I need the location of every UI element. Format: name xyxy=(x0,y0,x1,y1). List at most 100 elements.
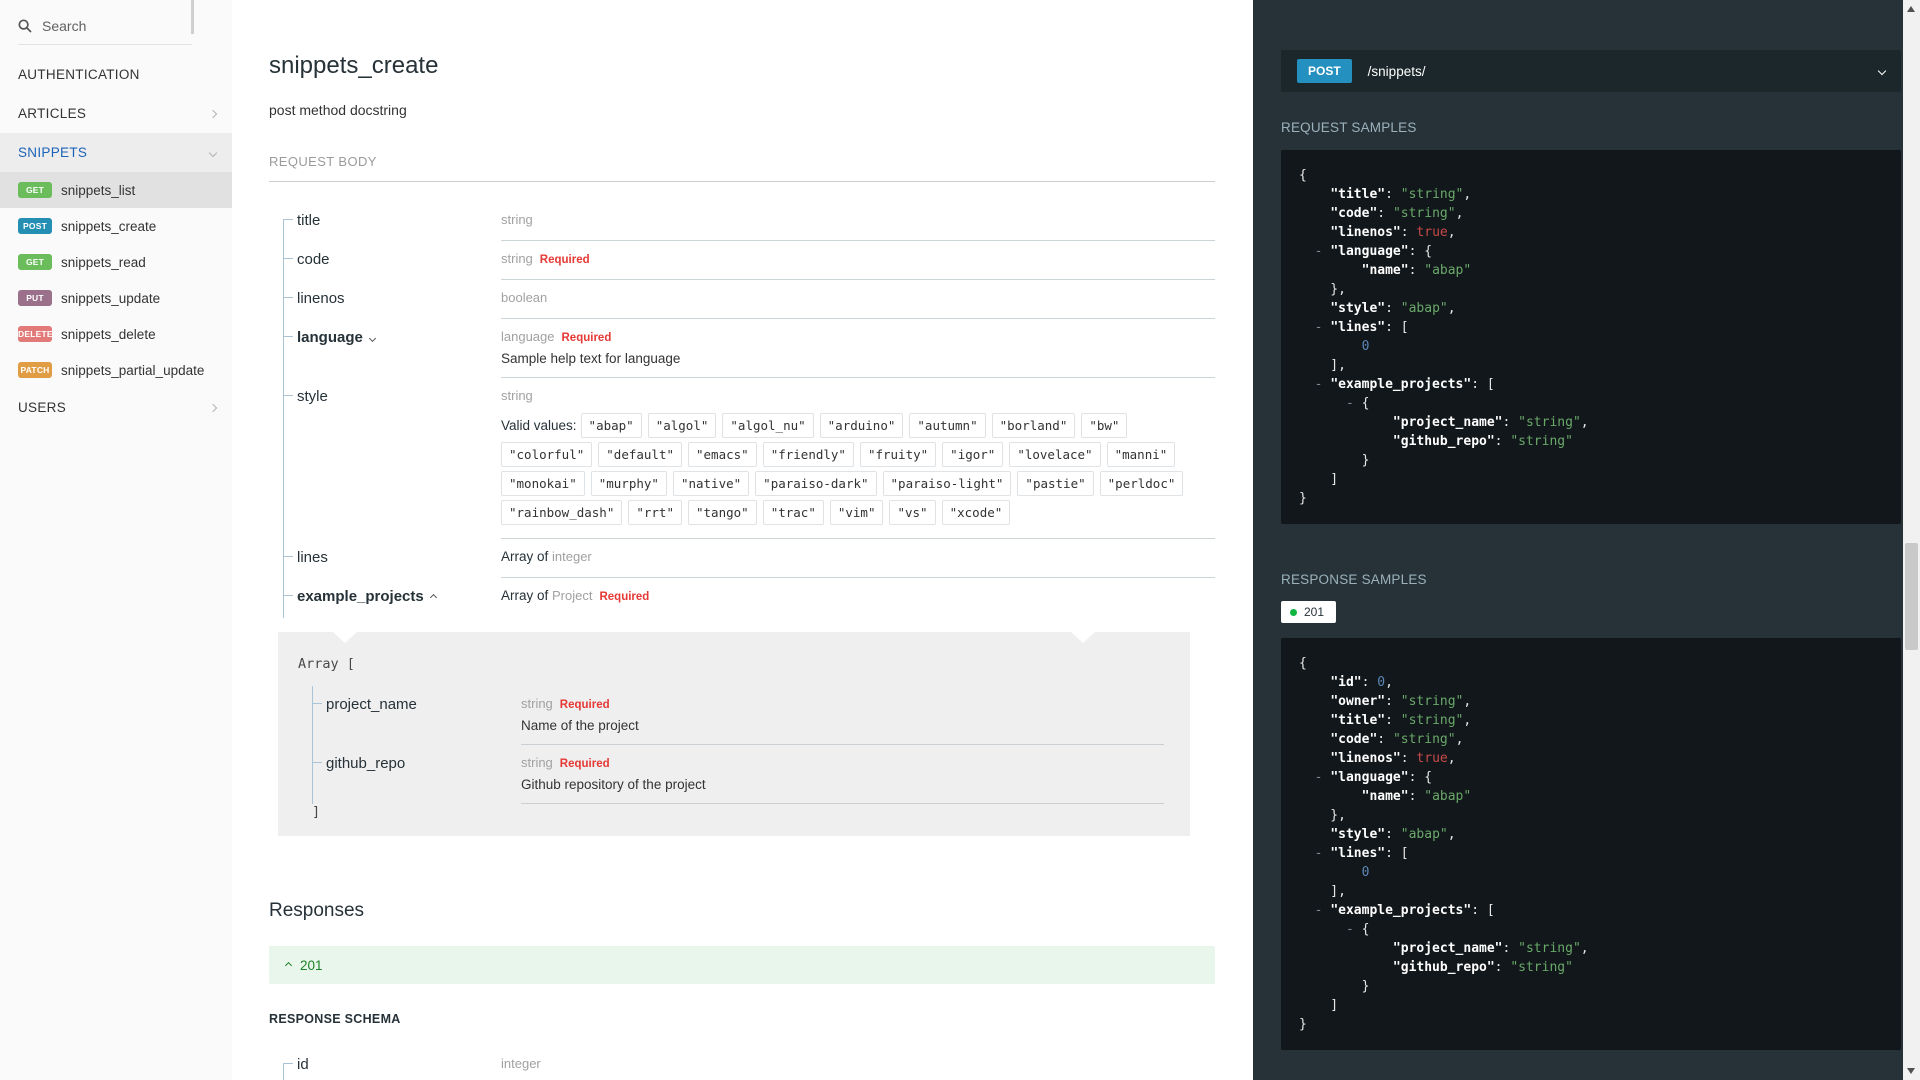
panel-notch-right xyxy=(1071,632,1095,643)
sidebar-item-snippets_delete[interactable]: DELETE snippets_delete xyxy=(0,316,232,352)
field-type: string Required Name of the project xyxy=(521,695,1164,745)
http-method-badge: POST xyxy=(1297,59,1352,83)
enum-chip: "paraiso-dark" xyxy=(755,471,877,496)
sidebar-section-articles[interactable]: ARTICLES xyxy=(0,94,232,133)
endpoint-selector[interactable]: POST /snippets/ xyxy=(1281,50,1901,92)
request-samples-label: REQUEST SAMPLES xyxy=(1281,120,1417,135)
chevron-right-icon xyxy=(208,109,218,118)
response-tab-code: 201 xyxy=(1304,605,1325,619)
status-dot-icon xyxy=(1290,608,1297,616)
chevron-down-icon xyxy=(1877,66,1887,76)
sidebar-section-label: AUTHENTICATION xyxy=(18,67,140,82)
sidebar-menu: AUTHENTICATION ARTICLES SNIPPETS GET snippet… xyxy=(0,55,232,427)
field-help: Sample help text for language xyxy=(501,351,681,366)
search-input[interactable]: Search xyxy=(0,10,232,44)
sidebar-item-snippets_read[interactable]: GET snippets_read xyxy=(0,244,232,280)
enum-chip: "rainbow_dash" xyxy=(501,500,623,525)
type-name: string xyxy=(501,251,533,266)
field-name: style xyxy=(297,388,328,405)
enum-chip: "algol_nu" xyxy=(722,413,814,438)
request-sample-code: { "title": "string", "code": "string", "… xyxy=(1281,150,1901,524)
field-name: id xyxy=(297,1056,309,1073)
sidebar-item-label: snippets_delete xyxy=(61,326,156,342)
field-name: linenos xyxy=(297,290,345,307)
responses-heading: Responses xyxy=(269,900,365,921)
array-close-bracket: ] xyxy=(312,804,321,820)
main-content: snippets_create post method docstring RE… xyxy=(232,0,1253,1080)
scrollbar-thumb[interactable] xyxy=(1905,543,1918,650)
page-scrollbar[interactable] xyxy=(1903,0,1920,1080)
operation-description: post method docstring xyxy=(269,102,407,118)
sidebar-section-snippets[interactable]: SNIPPETS xyxy=(0,133,232,172)
field-type-line: Array of integer xyxy=(501,548,1215,566)
scroll-up-icon[interactable] xyxy=(1907,6,1915,12)
sidebar-item-label: snippets_list xyxy=(61,182,136,198)
type-name: boolean xyxy=(501,290,548,305)
enum-chip: "native" xyxy=(672,471,750,496)
field-name: project_name xyxy=(326,696,417,713)
field-name[interactable]: example_projects xyxy=(297,587,501,616)
enum-chip: "bw" xyxy=(1081,413,1128,438)
method-badge-put: PUT xyxy=(18,290,52,306)
sidebar-item-snippets_list[interactable]: GET snippets_list xyxy=(0,172,232,208)
sidebar-item-snippets_partial_update[interactable]: PATCH snippets_partial_update xyxy=(0,352,232,388)
array-open-bracket: Array [ xyxy=(298,656,355,672)
required-badge: Required xyxy=(599,591,650,603)
sidebar-item-snippets_create[interactable]: POST snippets_create xyxy=(0,208,232,244)
method-badge-get: GET xyxy=(18,182,52,198)
field-row: lines Array of integer xyxy=(283,539,1215,578)
sidebar-section-authentication[interactable]: AUTHENTICATION xyxy=(0,55,232,94)
method-badge-get: GET xyxy=(18,254,52,270)
enum-chip: "manni" xyxy=(1106,442,1176,467)
samples-panel: POST /snippets/ REQUEST SAMPLES { "title… xyxy=(1253,0,1920,1080)
enum-chip: "monokai" xyxy=(501,471,585,496)
field-name[interactable]: language xyxy=(297,328,501,378)
field-type: Array of Project Required xyxy=(501,587,1215,616)
panel-notch-left xyxy=(333,632,357,643)
field-row: linenos boolean xyxy=(283,280,1215,319)
type-name: string xyxy=(521,696,553,711)
field-type-line: boolean xyxy=(501,289,1215,307)
chevron-down-icon xyxy=(208,148,218,157)
sidebar-item-label: snippets_read xyxy=(61,254,146,270)
response-status-code: 201 xyxy=(300,957,323,973)
sidebar-scrollbar-thumb[interactable] xyxy=(191,0,194,34)
chevron-down-icon xyxy=(368,334,376,343)
field-name: title xyxy=(297,212,321,229)
field-type: string Required Github repository of the p… xyxy=(521,754,1164,804)
sidebar-item-snippets_update[interactable]: PUT snippets_update xyxy=(0,280,232,316)
response-201-banner[interactable]: 201 xyxy=(269,946,1215,984)
endpoint-path: /snippets/ xyxy=(1367,63,1426,79)
redoc-app: Search AUTHENTICATION ARTICLES SNIPPETS GET… xyxy=(0,0,1920,1080)
enum-chip: "vs" xyxy=(889,500,936,525)
method-badge-post: POST xyxy=(18,218,52,234)
field-help: Github repository of the project xyxy=(521,777,706,792)
sidebar-item-label: snippets_update xyxy=(61,290,161,306)
sidebar-section-users[interactable]: USERS xyxy=(0,388,232,427)
response-201-tab[interactable]: 201 xyxy=(1281,601,1337,623)
enum-chip: "colorful" xyxy=(501,442,593,467)
required-badge: Required xyxy=(559,758,610,770)
field-type: string Required xyxy=(501,250,1215,280)
sidebar-item-label: snippets_create xyxy=(61,218,157,234)
field-type-line: Array of Project Required xyxy=(501,587,1215,605)
scroll-down-icon[interactable] xyxy=(1907,1068,1915,1074)
field-name: lines xyxy=(297,549,328,566)
enum-chip: "emacs" xyxy=(688,442,757,467)
response-schema: idintegerid serializer help textownerstr… xyxy=(283,1046,1215,1080)
field-row: title string xyxy=(283,202,1215,241)
chevron-right-icon xyxy=(208,403,218,412)
enum-chip: "xcode" xyxy=(941,500,1011,525)
field-row: example_projects Array of Project Required xyxy=(283,578,1215,618)
array-panel: Array [ project_name string Required Name o… xyxy=(278,632,1190,836)
sidebar: Search AUTHENTICATION ARTICLES SNIPPETS GET… xyxy=(0,0,232,1080)
enum-chip: "default" xyxy=(598,442,682,467)
sidebar-section-label: SNIPPETS xyxy=(18,145,88,160)
enum-chip: "lovelace" xyxy=(1009,442,1101,467)
field-row: github_repo string Required Github reposito… xyxy=(312,745,1164,804)
field-type: integerid serializer help text xyxy=(501,1055,1215,1080)
field-row: id integerid serializer help text xyxy=(283,1046,1215,1080)
request-body-label: REQUEST BODY xyxy=(269,154,1215,182)
enum-chip: "murphy" xyxy=(590,471,667,496)
required-badge: Required xyxy=(539,254,590,266)
